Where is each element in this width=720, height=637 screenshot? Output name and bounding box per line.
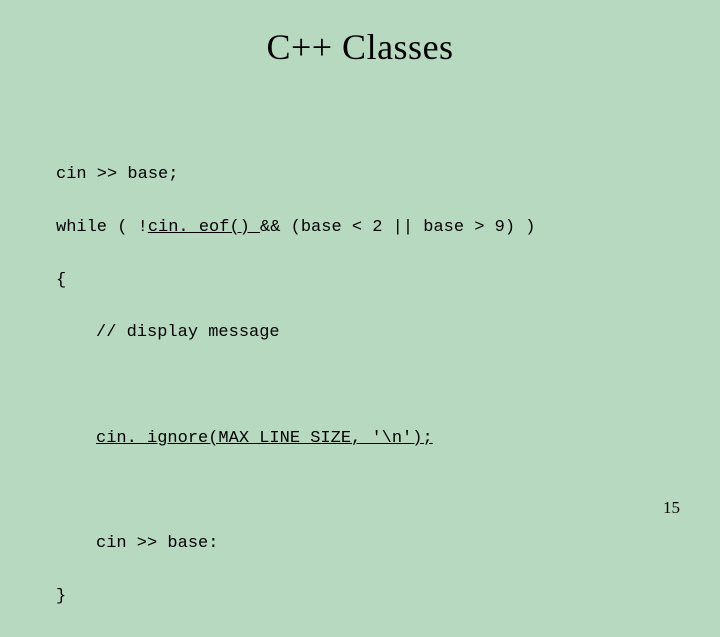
code-line-2: while ( !cin. eof() && (base < 2 || base… [56,215,536,241]
code-block: cin >> base; while ( !cin. eof() && (bas… [56,136,536,637]
page-title: C++ Classes [0,0,720,68]
blank-line-1 [56,373,536,399]
code-line-1: cin >> base; [56,162,536,188]
code-line-6: cin. ignore(MAX_LINE_SIZE, '\n'); [56,426,536,452]
code-l2b-underlined: cin. eof() [148,218,260,237]
code-l2a: while ( ! [56,218,148,237]
code-line-8: cin >> base: [56,531,536,557]
blank-line-2 [56,478,536,504]
page-number: 15 [663,498,680,518]
code-line-9: } [56,584,536,610]
code-l2c: && (base < 2 || base > 9) ) [260,218,535,237]
code-line-4: // display message [56,320,536,346]
code-l6-underlined: cin. ignore(MAX_LINE_SIZE, '\n'); [96,429,433,448]
code-line-3: { [56,268,536,294]
